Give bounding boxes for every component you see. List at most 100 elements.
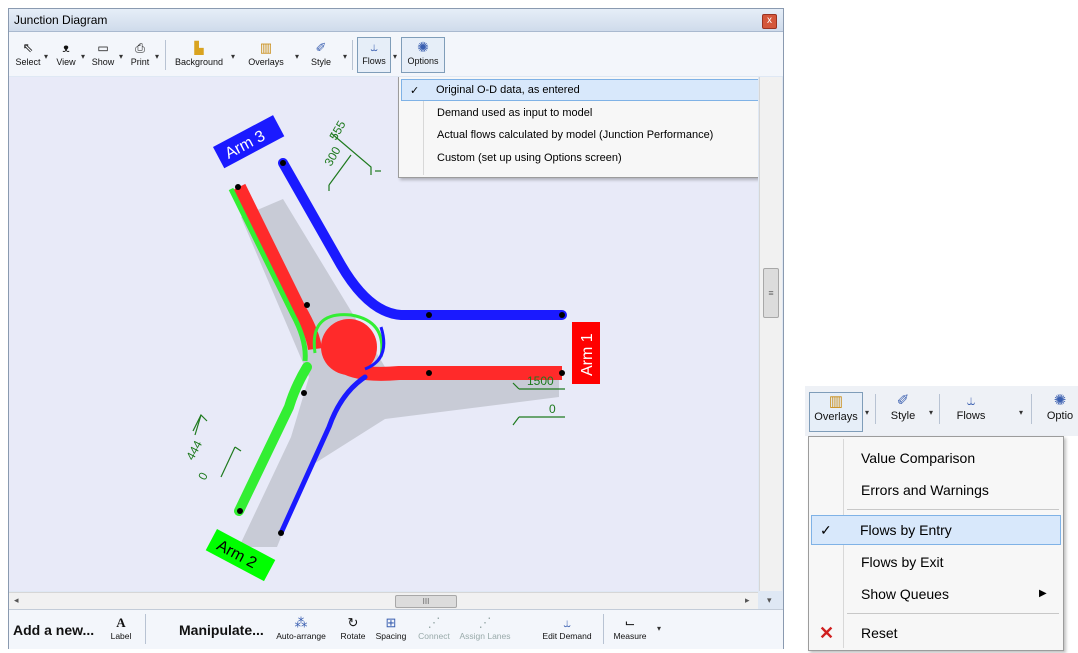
title-bar: Junction Diagram x (9, 9, 783, 32)
overlays-menu-item-reset[interactable]: ✕ Reset (811, 619, 1061, 647)
edit-demand-button[interactable]: ⥿ Edit Demand (537, 615, 597, 641)
flows-icon: ⥿ (370, 39, 378, 54)
show-dropdown-arrow[interactable]: ▾ (119, 52, 123, 61)
vertical-scrollbar[interactable]: ≡ (759, 77, 782, 591)
spacing-icon: ⊞ (385, 615, 397, 630)
binoculars-icon: ᴥ (62, 41, 70, 55)
brush-icon: ✐ (896, 392, 910, 409)
measure-dropdown-arrow[interactable]: ▾ (657, 624, 661, 633)
flow-label-arm3-exit: 300 (321, 144, 343, 169)
auto-arrange-button[interactable]: ⁂ Auto-arrange (272, 615, 330, 641)
diagram-canvas[interactable]: Arm 3 Arm 1 Arm 2 555 300 1500 0 444 0 ✓… (9, 77, 758, 591)
overlays-dropdown-arrow[interactable]: ▾ (295, 52, 299, 61)
horizontal-scroll-thumb[interactable]: III (395, 595, 457, 608)
overlays-button-inset[interactable]: ▥ Overlays (809, 392, 863, 432)
submenu-arrow-icon: ▶ (1039, 588, 1047, 599)
check-icon: ✓ (410, 85, 420, 97)
overlays-button[interactable]: ▥ Overlays (241, 39, 291, 71)
connect-icon: ⋰ (427, 615, 441, 630)
measure-button[interactable]: ⌙ Measure (609, 615, 651, 641)
background-button[interactable]: ▙ Background (171, 39, 227, 71)
print-button[interactable]: ⎙ Print (126, 39, 154, 71)
overlays-menu-item-flows-by-entry[interactable]: ✓ Flows by Entry (811, 515, 1061, 545)
select-button[interactable]: ⇖ Select (15, 39, 41, 71)
options-button[interactable]: ✺ Options (401, 37, 445, 73)
cursor-icon: ⇖ (22, 40, 34, 55)
add-new-heading: Add a new... (13, 622, 95, 638)
bottom-separator (145, 614, 146, 644)
view-dropdown-arrow[interactable]: ▾ (81, 52, 85, 61)
select-dropdown-arrow[interactable]: ▾ (44, 52, 48, 61)
flow-label-arm2-exit: 0 (195, 470, 211, 483)
show-button[interactable]: ▭ Show (89, 39, 117, 71)
horizontal-scrollbar[interactable]: ◂ III ▸ ▾ (9, 592, 772, 609)
toolbar-separator (352, 40, 353, 70)
overlays-menu: Value Comparison Errors and Warnings ✓ F… (808, 436, 1064, 651)
bar-chart-icon: ▥ (828, 393, 844, 410)
manipulate-heading: Manipulate... (179, 622, 264, 638)
flows-dropdown-arrow[interactable]: ▾ (1019, 408, 1023, 417)
connect-button[interactable]: ⋰ Connect (413, 615, 455, 641)
view-button[interactable]: ᴥ View (53, 39, 79, 71)
flows-menu-item-original-od[interactable]: ✓ Original O-D data, as entered (401, 79, 758, 101)
flows-button-inset[interactable]: ⥿ Flows (949, 392, 993, 424)
bottom-separator (603, 614, 604, 644)
scroll-left-arrow[interactable]: ◂ (14, 595, 19, 606)
menu-separator (847, 613, 1059, 614)
flows-dropdown-arrow[interactable]: ▾ (393, 52, 397, 61)
flows-menu-item-demand[interactable]: Demand used as input to model (401, 103, 758, 125)
auto-arrange-icon: ⁂ (294, 615, 308, 630)
overlays-menu-item-flows-by-exit[interactable]: Flows by Exit (811, 547, 1061, 577)
menu-separator (847, 509, 1059, 510)
scroll-right-arrow[interactable]: ▸ (745, 595, 750, 606)
options-button-inset[interactable]: ✺ Optio (1041, 392, 1078, 424)
flow-label-arm3-entry: 555 (326, 118, 348, 143)
spacing-button[interactable]: ⊞ Spacing (371, 615, 411, 641)
rotate-icon: ↻ (347, 615, 359, 630)
scroll-down-arrow[interactable]: ▾ (767, 595, 772, 606)
assign-lanes-icon: ⋰ (478, 615, 492, 630)
check-icon: ✓ (820, 522, 832, 538)
add-label-button[interactable]: A Label (107, 615, 135, 641)
style-dropdown-arrow[interactable]: ▾ (929, 408, 933, 417)
flows-menu-item-custom[interactable]: Custom (set up using Options screen) (401, 148, 758, 170)
assign-lanes-button[interactable]: ⋰ Assign Lanes (457, 615, 513, 641)
bar-chart-icon: ▥ (259, 40, 273, 55)
style-dropdown-arrow[interactable]: ▾ (343, 52, 347, 61)
bottom-toolbar: Add a new... A Label Manipulate... ⁂ Aut… (9, 609, 783, 649)
toolbar-separator (165, 40, 166, 70)
toolbar-separator (939, 394, 940, 424)
rotate-button[interactable]: ↻ Rotate (336, 615, 370, 641)
style-button[interactable]: ✐ Style (304, 39, 338, 71)
flows-button[interactable]: ⥿ Flows (357, 37, 391, 73)
edit-demand-icon: ⥿ (563, 615, 571, 630)
flow-label-arm1-entry: 1500 (527, 374, 554, 388)
style-button-inset[interactable]: ✐ Style (881, 392, 925, 424)
arm1-label-box: Arm 1 (572, 322, 600, 384)
vertical-scroll-thumb[interactable]: ≡ (763, 268, 779, 318)
toolbar-separator (1031, 394, 1032, 424)
text-a-icon: A (116, 615, 126, 630)
background-icon: ▙ (194, 41, 204, 55)
gear-icon: ✺ (417, 39, 429, 55)
red-x-icon: ✕ (819, 623, 835, 643)
overlays-dropdown-arrow[interactable]: ▾ (865, 408, 869, 417)
overlays-menu-item-show-queues[interactable]: Show Queues ▶ (811, 579, 1061, 609)
toolbar: ⇖ Select ▾ ᴥ View ▾ ▭ Show ▾ ⎙ Print ▾ ▙… (9, 32, 783, 76)
brush-icon: ✐ (315, 40, 327, 55)
gear-icon: ✺ (1053, 392, 1067, 409)
close-button[interactable]: x (762, 14, 777, 29)
flows-icon: ⥿ (966, 392, 976, 409)
print-dropdown-arrow[interactable]: ▾ (155, 52, 159, 61)
flows-menu-item-actual-flows[interactable]: Actual flows calculated by model (Juncti… (401, 125, 758, 147)
flows-menu: ✓ Original O-D data, as entered Demand u… (398, 77, 758, 178)
window-icon: ▭ (97, 41, 109, 55)
background-dropdown-arrow[interactable]: ▾ (231, 52, 235, 61)
printer-icon: ⎙ (135, 41, 145, 55)
overlays-menu-item-errors-warnings[interactable]: Errors and Warnings (811, 475, 1061, 505)
window-title: Junction Diagram (14, 13, 108, 27)
overlays-toolbar-strip: ▥ Overlays ▾ ✐ Style ▾ ⥿ Flows ▾ ✺ Optio (805, 386, 1078, 436)
overlays-menu-item-value-comparison[interactable]: Value Comparison (811, 443, 1061, 473)
arm3-label-box: Arm 3 (213, 115, 285, 169)
junction-diagram-window: Junction Diagram x ⇖ Select ▾ ᴥ View ▾ ▭… (8, 8, 784, 649)
